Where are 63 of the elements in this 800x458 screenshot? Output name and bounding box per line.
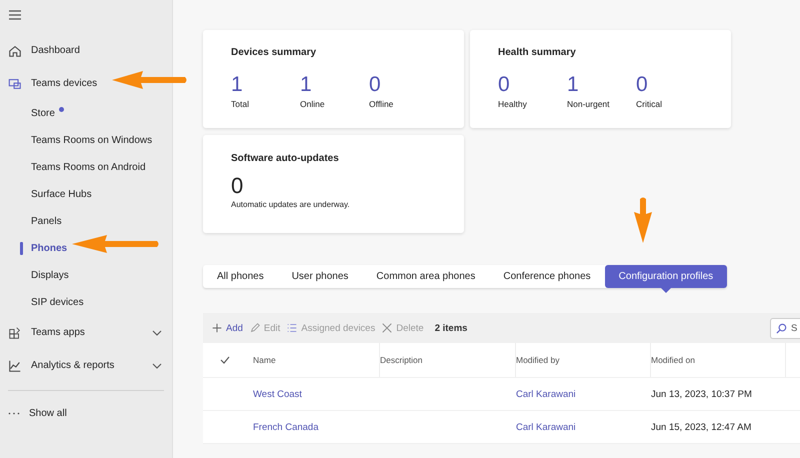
tab[interactable]: Common area phones xyxy=(362,265,490,288)
nav-item[interactable]: Teams apps xyxy=(0,316,172,349)
check-icon[interactable] xyxy=(219,354,231,366)
nav-item[interactable]: Store xyxy=(0,100,172,127)
stat-label: Critical xyxy=(636,99,662,109)
stat-label: Non-urgent xyxy=(567,99,610,109)
nav-item[interactable]: Teams Rooms on Windows xyxy=(0,127,172,154)
profile-link[interactable]: West Coast xyxy=(253,388,302,400)
devices-icon xyxy=(8,76,22,90)
card-title: Health summary xyxy=(498,47,577,58)
nav-item[interactable]: Displays xyxy=(0,262,172,289)
nav-item[interactable]: Teams Rooms on Android xyxy=(0,154,172,181)
nav-item[interactable]: SIP devices xyxy=(0,289,172,316)
card-title: Devices summary xyxy=(231,47,318,58)
pencil-icon xyxy=(248,322,261,334)
stat-value: 0 xyxy=(369,74,381,96)
column-header[interactable]: Description xyxy=(380,355,423,365)
user-link[interactable]: Carl Karawani xyxy=(516,388,576,400)
tab[interactable]: All phones xyxy=(203,265,278,288)
stat-value: 1 xyxy=(567,74,579,96)
more-icon xyxy=(8,412,20,415)
stat-value: 0 xyxy=(636,74,648,96)
user-link[interactable]: Carl Karawani xyxy=(516,422,576,432)
item-count: 2 items xyxy=(434,322,468,334)
column-header[interactable]: Modified by xyxy=(516,355,560,365)
stat-value: 0 xyxy=(498,74,510,96)
chevron-down-icon xyxy=(152,360,162,370)
column-header[interactable]: Modified on xyxy=(651,355,695,365)
card-note: Automatic updates are underway. xyxy=(231,200,351,209)
nav-item[interactable]: Teams devices xyxy=(0,67,100,100)
list-icon xyxy=(286,322,298,334)
stat-label: Online xyxy=(300,99,325,109)
add-button[interactable]: Add xyxy=(208,317,246,339)
table-cell: Jun 13, 2023, 10:37 PM xyxy=(651,388,752,400)
arrow-annotation xyxy=(633,196,653,244)
home-icon xyxy=(8,44,22,58)
tab[interactable]: User phones xyxy=(278,265,362,288)
stat-value: 1 xyxy=(231,74,243,96)
stat-label: Total xyxy=(231,99,249,109)
menu-icon[interactable] xyxy=(9,10,21,20)
chart-icon xyxy=(8,358,22,372)
tab[interactable]: Configuration profiles xyxy=(604,265,728,288)
chevron-down-icon xyxy=(152,328,162,338)
nav-item[interactable]: Phones xyxy=(0,235,172,262)
column-header[interactable]: Name xyxy=(253,355,276,365)
search-field[interactable]: S xyxy=(770,318,800,338)
nav-item[interactable]: Dashboard xyxy=(0,34,82,67)
table-cell: Jun 15, 2023, 12:47 AM xyxy=(651,422,752,432)
plus-icon xyxy=(211,322,223,334)
tab[interactable]: Conference phones xyxy=(489,265,605,288)
stat-value: 1 xyxy=(300,74,312,96)
stat-label: Healthy xyxy=(498,99,527,109)
nav-item[interactable]: Surface Hubs xyxy=(0,181,172,208)
nav-item[interactable]: Analytics & reports xyxy=(0,349,172,382)
nav-item[interactable]: Panels xyxy=(0,208,172,235)
tab-pointer-icon xyxy=(660,288,671,293)
stat-value: 0 xyxy=(231,174,244,198)
show-all-item[interactable]: Show all xyxy=(0,397,69,430)
stat-label: Offline xyxy=(369,99,394,109)
apps-icon xyxy=(8,326,22,340)
card-title: Software auto-updates xyxy=(231,153,340,164)
close-icon xyxy=(381,322,394,334)
profile-link[interactable]: French Canada xyxy=(253,422,318,432)
